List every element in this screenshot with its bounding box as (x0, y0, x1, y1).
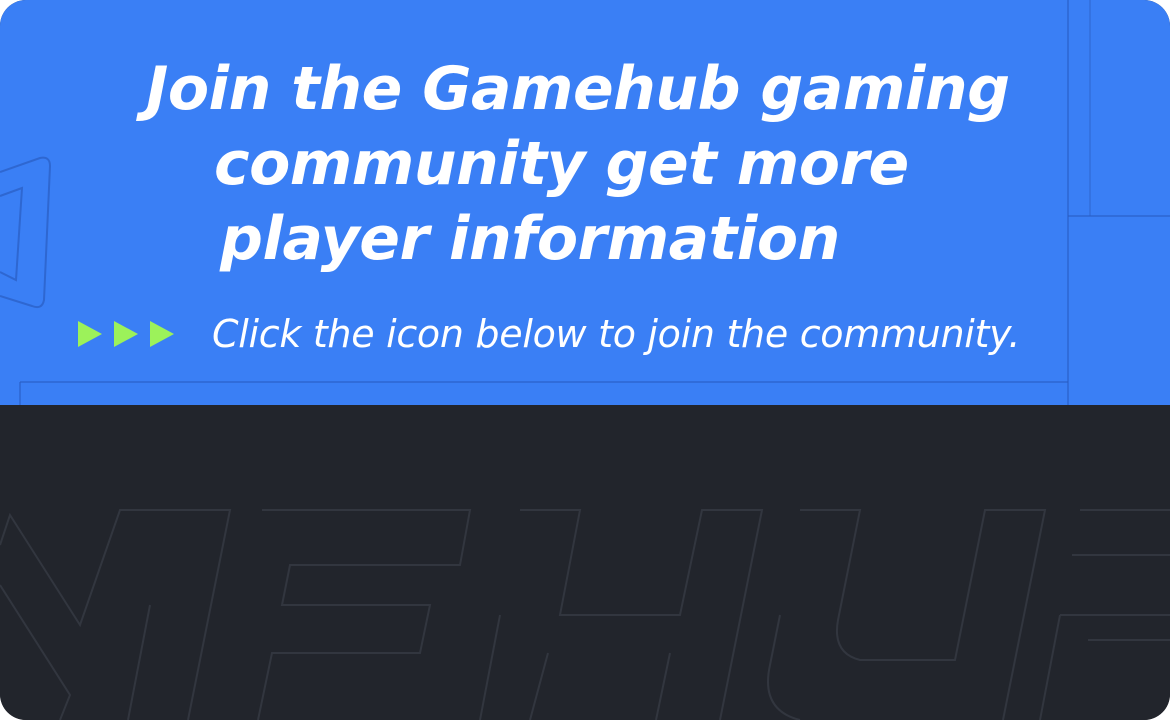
bottom-panel (0, 405, 1170, 720)
arrow-group (76, 319, 212, 349)
play-arrow-icon (114, 321, 138, 347)
gamehub-watermark-logo (0, 509, 1170, 720)
community-banner: Join the Gamehub gaming community get mo… (0, 0, 1170, 405)
community-card: Join the Gamehub gaming community get mo… (0, 0, 1170, 720)
cta-instruction: Click the icon below to join the communi… (212, 312, 1021, 356)
play-arrow-icon (78, 321, 102, 347)
headline-line-1: Join the Gamehub gaming (146, 54, 1010, 124)
play-arrow-icon (150, 321, 174, 347)
cta-row: Click the icon below to join the communi… (76, 308, 1020, 360)
headline-line-2: community get more (214, 129, 909, 199)
headline: Join the Gamehub gaming community get mo… (0, 52, 1170, 277)
headline-line-3: player information (220, 204, 840, 274)
